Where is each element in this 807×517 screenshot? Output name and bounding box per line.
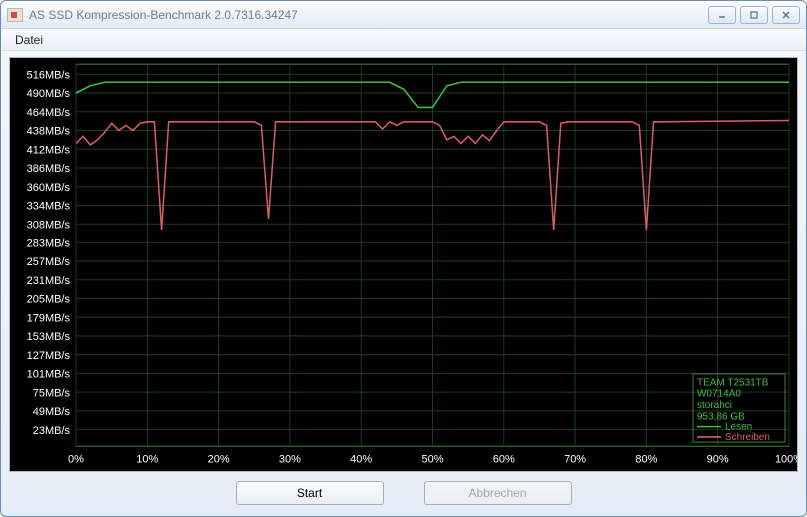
svg-text:75MB/s: 75MB/s	[33, 387, 71, 399]
svg-text:334MB/s: 334MB/s	[27, 200, 71, 212]
svg-text:40%: 40%	[350, 454, 372, 466]
svg-text:360MB/s: 360MB/s	[27, 182, 71, 194]
svg-text:0%: 0%	[68, 454, 84, 466]
svg-text:386MB/s: 386MB/s	[27, 163, 71, 175]
client-area: 23MB/s 49MB/s 75MB/s 101MB/s 127MB/s 153MB/s 1…	[1, 51, 806, 516]
svg-text:100%: 100%	[775, 454, 797, 466]
svg-text:516MB/s: 516MB/s	[27, 69, 71, 81]
svg-text:205MB/s: 205MB/s	[27, 293, 71, 305]
svg-text:179MB/s: 179MB/s	[27, 312, 71, 324]
start-button[interactable]: Start	[236, 481, 384, 505]
svg-text:490MB/s: 490MB/s	[27, 88, 71, 100]
svg-text:101MB/s: 101MB/s	[27, 368, 71, 380]
app-icon	[7, 8, 23, 22]
svg-text:412MB/s: 412MB/s	[27, 144, 71, 156]
svg-text:23MB/s: 23MB/s	[33, 425, 71, 437]
svg-text:80%: 80%	[635, 454, 657, 466]
svg-text:283MB/s: 283MB/s	[27, 237, 71, 249]
svg-text:60%: 60%	[493, 454, 515, 466]
svg-text:308MB/s: 308MB/s	[27, 219, 71, 231]
window-title: AS SSD Kompression-Benchmark 2.0.7316.34…	[29, 8, 708, 22]
chart-area: 23MB/s 49MB/s 75MB/s 101MB/s 127MB/s 153MB/s 1…	[9, 57, 798, 472]
svg-text:49MB/s: 49MB/s	[33, 406, 71, 418]
svg-text:70%: 70%	[564, 454, 586, 466]
app-window: AS SSD Kompression-Benchmark 2.0.7316.34…	[0, 0, 807, 517]
svg-text:Schreiben: Schreiben	[725, 432, 770, 443]
svg-text:438MB/s: 438MB/s	[27, 125, 71, 137]
window-controls	[708, 6, 800, 24]
svg-text:storahci: storahci	[697, 400, 732, 411]
close-button[interactable]	[772, 6, 800, 24]
svg-text:231MB/s: 231MB/s	[27, 275, 71, 287]
svg-text:50%: 50%	[421, 454, 443, 466]
svg-text:127MB/s: 127MB/s	[27, 350, 71, 362]
menu-bar: Datei	[1, 29, 806, 51]
title-bar: AS SSD Kompression-Benchmark 2.0.7316.34…	[1, 1, 806, 29]
maximize-button[interactable]	[740, 6, 768, 24]
menu-file[interactable]: Datei	[9, 31, 49, 49]
svg-text:TEAM T2531TB: TEAM T2531TB	[697, 377, 769, 388]
svg-text:30%: 30%	[279, 454, 301, 466]
svg-text:10%: 10%	[136, 454, 158, 466]
compression-chart: 23MB/s 49MB/s 75MB/s 101MB/s 127MB/s 153MB/s 1…	[10, 58, 797, 471]
minimize-button[interactable]	[708, 6, 736, 24]
button-bar: Start Abbrechen www.ssd-tester.com.au	[9, 472, 798, 514]
svg-text:20%: 20%	[208, 454, 230, 466]
abort-button: Abbrechen	[424, 481, 572, 505]
svg-text:W0714A0: W0714A0	[697, 389, 741, 400]
svg-text:153MB/s: 153MB/s	[27, 331, 71, 343]
svg-text:257MB/s: 257MB/s	[27, 256, 71, 268]
svg-text:464MB/s: 464MB/s	[27, 107, 71, 119]
svg-text:90%: 90%	[707, 454, 729, 466]
